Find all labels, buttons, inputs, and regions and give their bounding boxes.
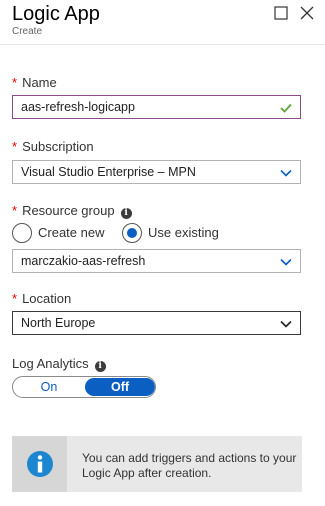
maximize-icon[interactable] (274, 6, 288, 20)
required-asterisk: * (12, 139, 18, 154)
toggle-off-option[interactable]: Off (85, 378, 155, 396)
chevron-down-icon (280, 169, 292, 177)
name-label: * Name (12, 75, 57, 90)
resource-group-value: marczakio-aas-refresh (21, 254, 146, 268)
subscription-dropdown[interactable]: Visual Studio Enterprise – MPN (12, 160, 301, 184)
info-panel: You can add triggers and actions to your… (12, 436, 302, 492)
radio-selected-dot (127, 228, 137, 238)
required-asterisk: * (12, 291, 18, 306)
info-circle-icon (27, 451, 53, 477)
name-input[interactable]: aas-refresh-logicapp (12, 95, 301, 119)
required-asterisk: * (12, 203, 18, 218)
page-title: Logic App (12, 3, 100, 25)
create-new-radio[interactable]: Create new (12, 223, 112, 243)
info-icon[interactable]: i (120, 208, 132, 219)
close-icon[interactable] (300, 6, 314, 20)
use-existing-label: Use existing (148, 225, 219, 240)
resource-group-label: * Resource group i (12, 203, 132, 219)
create-new-label: Create new (38, 225, 105, 240)
required-asterisk: * (12, 75, 18, 90)
info-panel-icon-area (12, 436, 67, 492)
subscription-value: Visual Studio Enterprise – MPN (21, 165, 196, 179)
location-value: North Europe (21, 316, 96, 330)
resource-group-dropdown[interactable]: marczakio-aas-refresh (12, 249, 301, 273)
page-subtitle: Create (12, 26, 43, 37)
use-existing-radio[interactable]: Use existing (122, 223, 232, 243)
log-analytics-label: Log Analytics i (12, 356, 106, 372)
info-panel-text: You can add triggers and actions to your… (82, 451, 297, 480)
resource-group-radio-group: Create new Use existing (12, 223, 312, 243)
location-dropdown[interactable]: North Europe (12, 311, 301, 335)
location-label: * Location (12, 291, 72, 306)
chevron-down-icon (280, 320, 292, 328)
radio-circle (122, 223, 142, 243)
subscription-label: * Subscription (12, 139, 94, 154)
radio-circle (12, 223, 32, 243)
blade-header: Logic App Create (0, 0, 325, 45)
info-icon[interactable]: i (94, 361, 106, 372)
check-icon (280, 103, 292, 113)
name-input-value: aas-refresh-logicapp (21, 100, 135, 114)
log-analytics-toggle[interactable]: On Off (12, 376, 156, 398)
chevron-down-icon (280, 258, 292, 266)
toggle-on-option[interactable]: On (13, 377, 85, 397)
